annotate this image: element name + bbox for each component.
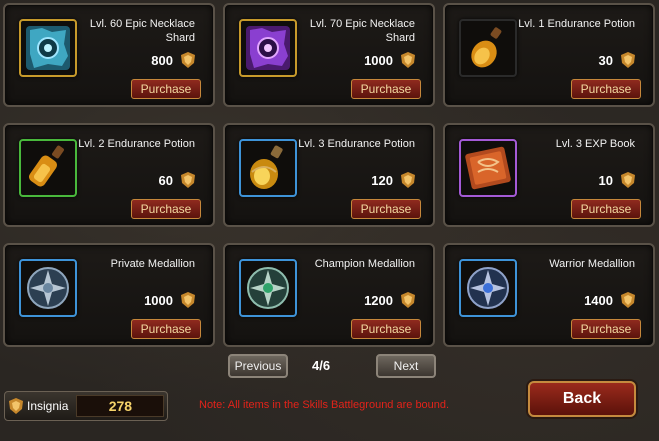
item-price: 800 xyxy=(151,52,173,68)
item-name: Champion Medallion xyxy=(314,258,415,270)
item-icon-frame[interactable] xyxy=(459,139,517,197)
potion-icon xyxy=(471,27,502,68)
purchase-button[interactable]: Purchase xyxy=(571,79,641,99)
necklace-shard-purple-icon xyxy=(246,26,290,70)
page-indicator: 4/6 xyxy=(312,358,331,373)
insignia-icon xyxy=(621,52,635,68)
insignia-icon xyxy=(401,172,415,188)
item-icon-frame[interactable] xyxy=(459,19,517,77)
purchase-button[interactable]: Purchase xyxy=(351,319,421,339)
insignia-icon xyxy=(621,292,635,308)
item-card: Lvl. 3 Endurance Potion 120 Purchase xyxy=(223,123,435,227)
price-row: 800 xyxy=(151,52,195,68)
item-name: Lvl. 1 Endurance Potion xyxy=(518,18,635,30)
purchase-button[interactable]: Purchase xyxy=(131,319,201,339)
item-name: Lvl. 2 Endurance Potion xyxy=(78,138,195,150)
potion-icon xyxy=(250,145,283,189)
purchase-button[interactable]: Purchase xyxy=(351,79,421,99)
insignia-icon xyxy=(181,292,195,308)
item-card: Lvl. 2 Endurance Potion 60 Purchase xyxy=(3,123,215,227)
price-row: 1400 xyxy=(584,292,635,308)
insignia-icon xyxy=(9,398,23,414)
item-price: 1200 xyxy=(364,292,393,308)
insignia-icon xyxy=(181,172,195,188)
item-card: Warrior Medallion 1400 Purchase xyxy=(443,243,655,347)
price-row: 60 xyxy=(159,172,195,188)
item-icon-frame[interactable] xyxy=(19,139,77,197)
purchase-button[interactable]: Purchase xyxy=(131,79,201,99)
item-icon-frame[interactable] xyxy=(19,259,77,317)
medallion-icon xyxy=(27,267,69,309)
item-card: Lvl. 60 Epic Necklace Shard 800 Purchase xyxy=(3,3,215,107)
item-icon-frame[interactable] xyxy=(459,259,517,317)
bound-items-note: Note: All items in the Skills Battlegrou… xyxy=(199,399,450,411)
item-name: Lvl. 3 EXP Book xyxy=(555,138,635,150)
item-card: Lvl. 1 Endurance Potion 30 Purchase xyxy=(443,3,655,107)
item-name: Lvl. 3 Endurance Potion xyxy=(298,138,415,150)
item-grid: Lvl. 60 Epic Necklace Shard 800 Purchase… xyxy=(3,3,656,347)
item-card: Lvl. 3 EXP Book 10 Purchase xyxy=(443,123,655,227)
price-row: 30 xyxy=(599,52,635,68)
item-price: 60 xyxy=(158,172,173,188)
item-icon-frame[interactable] xyxy=(239,139,297,197)
insignia-icon xyxy=(621,172,635,188)
item-name: Private Medallion xyxy=(110,258,195,270)
insignia-icon xyxy=(401,292,415,308)
purchase-button[interactable]: Purchase xyxy=(351,199,421,219)
item-price: 1000 xyxy=(364,52,393,68)
item-price: 10 xyxy=(598,172,613,188)
bottom-bar: Previous 4/6 Next Insignia 278 Note: All… xyxy=(0,348,659,441)
purchase-button[interactable]: Purchase xyxy=(131,199,201,219)
item-price: 30 xyxy=(598,52,613,68)
purchase-button[interactable]: Purchase xyxy=(571,319,641,339)
purchase-button[interactable]: Purchase xyxy=(571,199,641,219)
back-button[interactable]: Back xyxy=(528,381,636,417)
medallion-blue-icon xyxy=(467,267,509,309)
item-card: Private Medallion 1000 Purchase xyxy=(3,243,215,347)
item-name: Lvl. 70 Epic Necklace Shard xyxy=(309,18,415,44)
potion-icon xyxy=(28,145,64,187)
necklace-shard-blue-icon xyxy=(26,26,70,70)
price-row: 10 xyxy=(599,172,635,188)
insignia-icon xyxy=(181,52,195,68)
price-row: 1200 xyxy=(364,292,415,308)
item-price: 1000 xyxy=(144,292,173,308)
price-row: 1000 xyxy=(144,292,195,308)
insignia-label: Insignia xyxy=(27,399,69,413)
item-name: Lvl. 60 Epic Necklace Shard xyxy=(89,18,195,44)
next-button[interactable]: Next xyxy=(376,354,436,378)
item-card: Lvl. 70 Epic Necklace Shard 1000 Purchas… xyxy=(223,3,435,107)
item-icon-frame[interactable] xyxy=(239,19,297,77)
previous-button[interactable]: Previous xyxy=(228,354,288,378)
insignia-balance: Insignia 278 xyxy=(4,391,168,421)
item-price: 1400 xyxy=(584,292,613,308)
price-row: 120 xyxy=(371,172,415,188)
item-name: Warrior Medallion xyxy=(549,258,635,270)
item-price: 120 xyxy=(371,172,393,188)
medallion-green-icon xyxy=(247,267,289,309)
insignia-icon xyxy=(401,52,415,68)
item-icon-frame[interactable] xyxy=(19,19,77,77)
item-card: Champion Medallion 1200 Purchase xyxy=(223,243,435,347)
insignia-value: 278 xyxy=(76,395,165,417)
price-row: 1000 xyxy=(364,52,415,68)
book-icon xyxy=(465,146,511,190)
item-icon-frame[interactable] xyxy=(239,259,297,317)
